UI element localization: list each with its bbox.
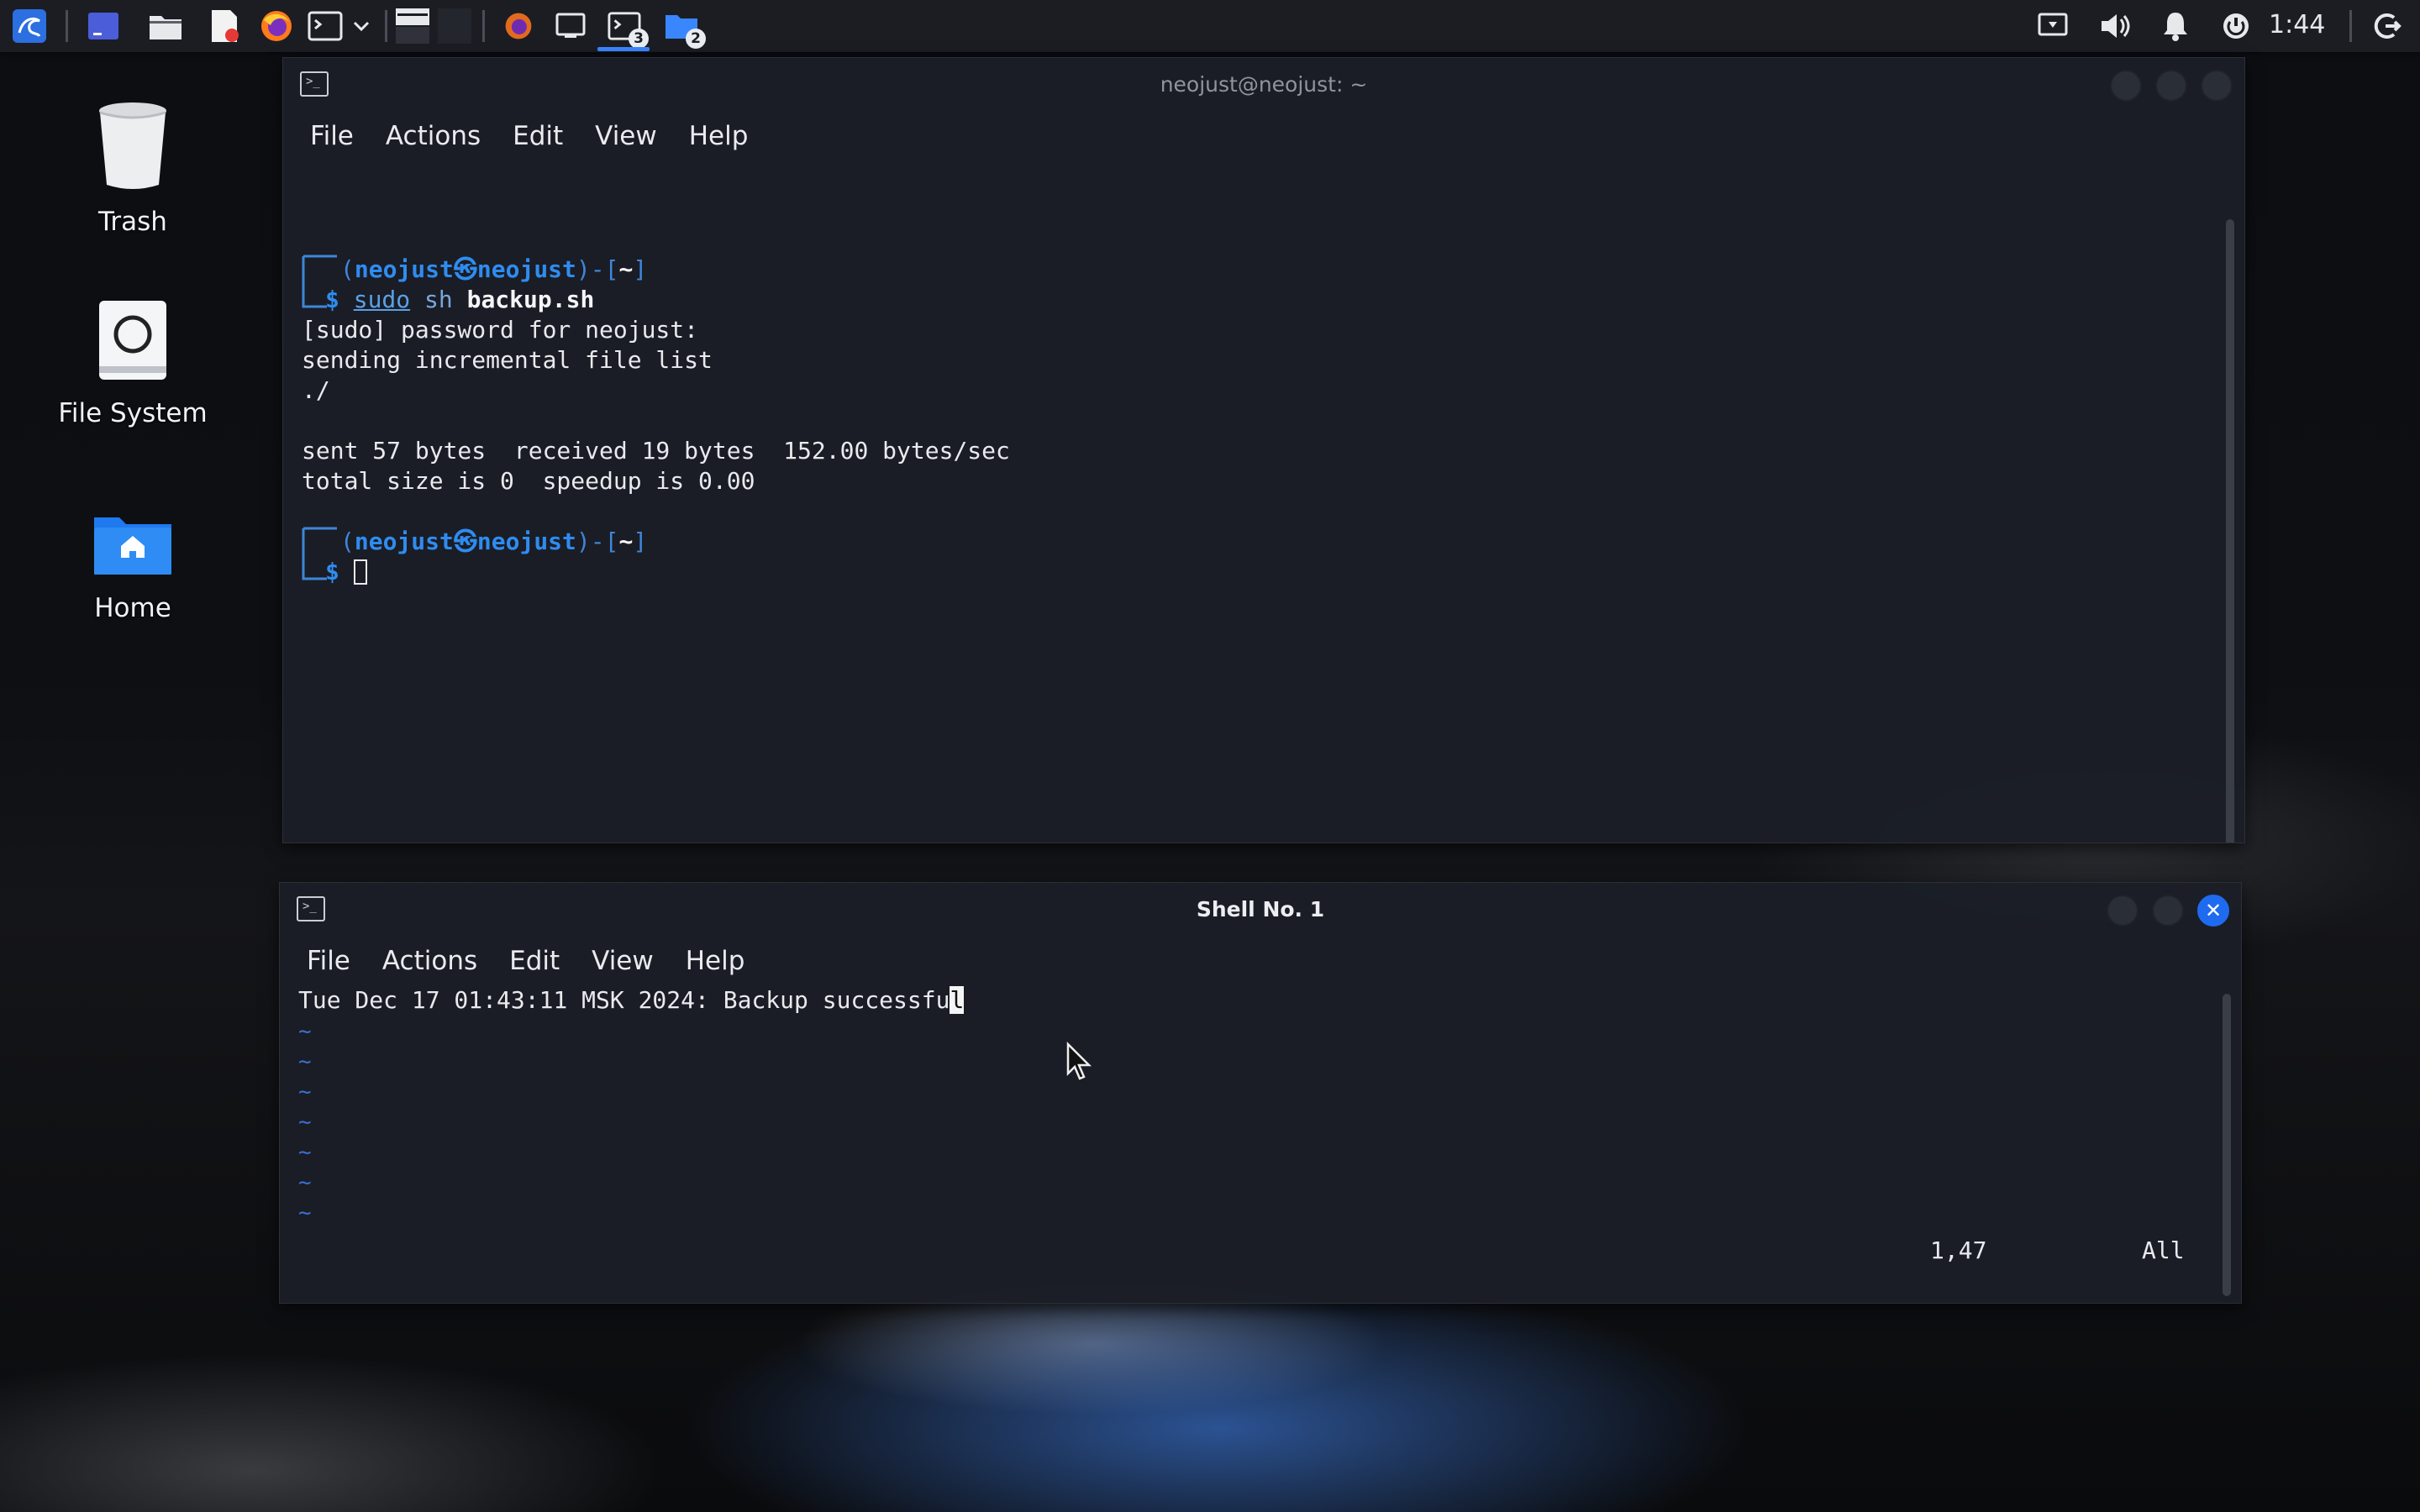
scrollbar[interactable] xyxy=(2226,219,2234,843)
prompt-user: neojust xyxy=(354,528,454,555)
prompt-line-2: (neojust㉿neojust)-[~] xyxy=(340,528,648,555)
trash-icon xyxy=(99,102,166,189)
firefox-icon[interactable] xyxy=(257,7,296,45)
power-icon[interactable] xyxy=(2217,7,2255,45)
terminal-count-badge: 3 xyxy=(629,29,649,49)
maximize-button[interactable] xyxy=(2152,895,2184,927)
prompt-host: neojust xyxy=(476,255,576,283)
cmd-sudo: sudo xyxy=(353,286,411,313)
prompt-host: neojust xyxy=(476,528,576,555)
workspace-2-icon[interactable] xyxy=(435,7,474,45)
desktop-trash-label: Trash xyxy=(98,207,167,237)
empty-line-marker: ~ xyxy=(298,1110,312,1135)
ruler-all: All xyxy=(2142,1236,2185,1264)
menu-view[interactable]: View xyxy=(595,121,657,151)
terminal-task-icon[interactable]: 3 xyxy=(605,7,649,49)
terminal-output[interactable]: (neojust㉿neojust)-[~] $ sudo sh backup.s… xyxy=(283,160,2244,843)
home-folder-icon xyxy=(94,517,171,575)
clock[interactable]: 1:44 xyxy=(2269,10,2325,39)
output-line: [sudo] password for neojust: xyxy=(302,316,699,344)
menubar: File Actions Edit View Help xyxy=(280,937,2241,985)
logout-icon[interactable] xyxy=(2368,7,2407,45)
minimize-button[interactable] xyxy=(2110,70,2142,102)
empty-line-marker: ~ xyxy=(298,1200,312,1226)
menu-actions[interactable]: Actions xyxy=(382,946,477,976)
folder-task-icon[interactable]: 2 xyxy=(662,7,706,49)
window-title: Shell No. 1 xyxy=(1196,897,1325,921)
output-line: sent 57 bytes received 19 bytes 152.00 b… xyxy=(302,437,1010,465)
desktop-home-label: Home xyxy=(94,593,171,623)
text-cursor: l xyxy=(950,986,965,1014)
menu-help[interactable]: Help xyxy=(686,946,745,976)
menu-file[interactable]: File xyxy=(307,946,350,976)
window-titlebar[interactable]: >_ neojust@neojust: ~ xyxy=(283,58,2244,112)
window-title: neojust@neojust: ~ xyxy=(1160,72,1368,97)
prompt-at: ㉿ xyxy=(453,528,477,555)
prompt-at: ㉿ xyxy=(453,255,477,283)
drive-icon xyxy=(99,301,166,380)
file-manager-icon[interactable] xyxy=(146,7,185,45)
bell-icon[interactable] xyxy=(2156,7,2195,45)
prompt-line-1: (neojust㉿neojust)-[~] xyxy=(340,255,648,283)
top-panel: 3 2 1:44 xyxy=(0,0,2420,52)
menu-file[interactable]: File xyxy=(310,121,354,151)
empty-line-marker: ~ xyxy=(298,1049,312,1074)
desktop-trash[interactable]: Trash xyxy=(49,99,217,237)
output-line: total size is 0 speedup is 0.00 xyxy=(302,467,755,495)
desktop-file-system[interactable]: File System xyxy=(49,299,217,428)
empty-line-marker: ~ xyxy=(298,1079,312,1105)
close-button[interactable]: ✕ xyxy=(2197,895,2229,927)
scrollbar[interactable] xyxy=(2223,994,2231,1296)
minimize-button[interactable] xyxy=(2107,895,2139,927)
ruler-position: 1,47 xyxy=(1930,1236,1987,1264)
text-editor-icon[interactable] xyxy=(205,7,244,45)
cmd-sh: sh xyxy=(424,286,453,313)
buffer-text: Tue Dec 17 01:43:11 MSK 2024: Backup suc… xyxy=(298,986,950,1014)
window-list-icon[interactable] xyxy=(393,7,432,45)
prompt-dir: ~ xyxy=(618,255,634,283)
empty-line-marker: ~ xyxy=(298,1019,312,1044)
active-task-indicator xyxy=(597,47,650,51)
menu-actions[interactable]: Actions xyxy=(386,121,481,151)
folder-count-badge: 2 xyxy=(686,29,706,49)
empty-line-marker: ~ xyxy=(298,1140,312,1165)
output-line: ./ xyxy=(302,376,330,404)
terminal-window-shell[interactable]: >_ Shell No. 1 ✕ File Actions Edit View … xyxy=(279,882,2242,1304)
menu-view[interactable]: View xyxy=(592,946,654,976)
close-icon: ✕ xyxy=(2204,899,2223,922)
menu-help[interactable]: Help xyxy=(689,121,749,151)
prompt-dir: ~ xyxy=(618,528,634,555)
mouse-pointer-icon xyxy=(1066,1042,1092,1080)
menubar: File Actions Edit View Help xyxy=(283,112,2244,160)
desktop-home[interactable]: Home xyxy=(49,511,217,623)
display-icon[interactable] xyxy=(2033,7,2072,45)
output-line: sending incremental file list xyxy=(302,346,713,374)
cmd-file: backup.sh xyxy=(466,286,595,313)
volume-icon[interactable] xyxy=(2096,7,2134,45)
kali-menu-icon[interactable] xyxy=(10,7,49,45)
empty-line-marker: ~ xyxy=(298,1170,312,1195)
menu-edit[interactable]: Edit xyxy=(513,121,563,151)
text-cursor xyxy=(353,559,367,585)
vim-buffer[interactable]: Tue Dec 17 01:43:11 MSK 2024: Backup suc… xyxy=(280,985,2241,1303)
desktop-file-system-label: File System xyxy=(58,398,208,428)
command-line: $ sudo sh backup.sh xyxy=(325,286,595,313)
window-task-icon[interactable] xyxy=(551,7,590,45)
prompt-user: neojust xyxy=(354,255,454,283)
workspace-icon[interactable] xyxy=(84,7,123,45)
maximize-button[interactable] xyxy=(2155,70,2187,102)
chevron-down-icon[interactable] xyxy=(345,7,378,45)
buffer-line-1: Tue Dec 17 01:43:11 MSK 2024: Backup suc… xyxy=(298,985,965,1016)
window-titlebar[interactable]: >_ Shell No. 1 ✕ xyxy=(280,883,2241,937)
firefox-task-icon[interactable] xyxy=(499,7,538,45)
terminal-window-top[interactable]: >_ neojust@neojust: ~ File Actions Edit … xyxy=(282,57,2245,843)
command-line-empty[interactable]: $ xyxy=(325,557,367,587)
menu-edit[interactable]: Edit xyxy=(509,946,560,976)
terminal-icon[interactable] xyxy=(306,7,345,45)
close-button[interactable] xyxy=(2201,70,2233,102)
